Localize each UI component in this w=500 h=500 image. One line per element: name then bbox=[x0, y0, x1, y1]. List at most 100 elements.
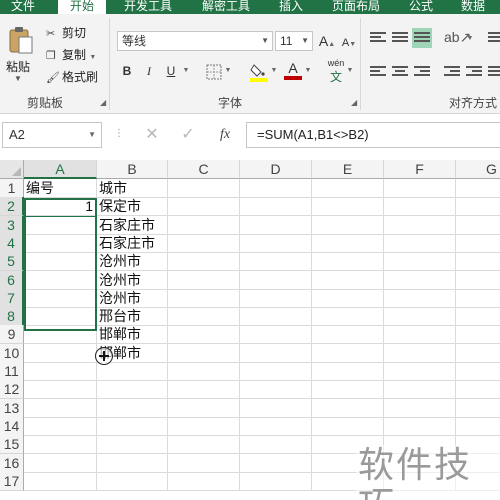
paste-dropdown-icon[interactable]: ▼ bbox=[14, 74, 22, 83]
cell-e11[interactable] bbox=[312, 362, 384, 381]
increase-indent-icon[interactable] bbox=[466, 64, 482, 80]
cell-d13[interactable] bbox=[240, 398, 312, 418]
align-bottom-icon[interactable] bbox=[412, 28, 432, 48]
cell-c17[interactable] bbox=[168, 471, 240, 491]
cell-g12[interactable] bbox=[456, 380, 500, 400]
cell-d15[interactable] bbox=[240, 435, 312, 455]
cell-a2[interactable]: 1 bbox=[24, 197, 97, 217]
row-header-3[interactable]: 3 bbox=[0, 215, 24, 235]
cell-g11[interactable] bbox=[456, 362, 500, 381]
font-launcher-icon[interactable]: ◢ bbox=[351, 98, 357, 107]
cell-g9[interactable] bbox=[456, 325, 500, 345]
paste-button[interactable]: 粘贴 bbox=[6, 58, 30, 75]
cell-a5[interactable] bbox=[24, 252, 97, 272]
grow-font-button[interactable]: A▲ bbox=[318, 32, 336, 50]
italic-button[interactable]: I bbox=[140, 62, 158, 80]
cell-b12[interactable] bbox=[97, 380, 168, 400]
cell-f12[interactable] bbox=[384, 380, 456, 400]
cell-a4[interactable] bbox=[24, 233, 97, 253]
underline-button[interactable]: U bbox=[162, 62, 180, 80]
cell-e2[interactable] bbox=[312, 197, 384, 217]
cell-d5[interactable] bbox=[240, 252, 312, 272]
clipboard-launcher-icon[interactable]: ◢ bbox=[100, 98, 106, 107]
cell-f13[interactable] bbox=[384, 398, 456, 418]
cell-d11[interactable] bbox=[240, 362, 312, 381]
cell-a17[interactable] bbox=[24, 471, 97, 491]
cell-e14[interactable] bbox=[312, 416, 384, 436]
cell-c4[interactable] bbox=[168, 233, 240, 253]
cell-f1[interactable] bbox=[384, 179, 456, 198]
cell-d3[interactable] bbox=[240, 215, 312, 235]
cell-g13[interactable] bbox=[456, 399, 500, 418]
borders-icon[interactable] bbox=[206, 64, 222, 80]
fill-color-icon[interactable] bbox=[250, 62, 268, 82]
row-header-7[interactable]: 7 bbox=[0, 288, 24, 308]
cell-c3[interactable] bbox=[168, 215, 240, 235]
cell-c16[interactable] bbox=[168, 453, 240, 473]
column-header-b[interactable]: B bbox=[97, 160, 168, 179]
cell-c7[interactable] bbox=[168, 288, 240, 308]
cell-e6[interactable] bbox=[312, 270, 384, 290]
shrink-font-button[interactable]: A▼ bbox=[340, 34, 358, 52]
align-center-icon[interactable] bbox=[392, 64, 408, 80]
cell-b13[interactable] bbox=[97, 398, 168, 418]
row-header-5[interactable]: 5 bbox=[0, 252, 24, 272]
tab-developer[interactable]: 开发工具 bbox=[124, 0, 172, 14]
cell-d4[interactable] bbox=[240, 233, 312, 253]
cell-e8[interactable] bbox=[312, 307, 384, 327]
row-header-6[interactable]: 6 bbox=[0, 270, 24, 290]
cell-g3[interactable] bbox=[456, 216, 500, 235]
copy-dropdown-icon[interactable]: ▼ bbox=[89, 54, 96, 61]
cell-e5[interactable] bbox=[312, 252, 384, 272]
copy-button[interactable]: ❐ 复制 ▼ bbox=[46, 46, 96, 64]
row-header-12[interactable]: 12 bbox=[0, 380, 24, 400]
cell-b3[interactable]: 石家庄市 bbox=[97, 215, 168, 235]
cell-b5[interactable]: 沧州市 bbox=[97, 252, 168, 272]
row-header-9[interactable]: 9 bbox=[0, 325, 24, 345]
font-color-dropdown-icon[interactable]: ▼ bbox=[304, 62, 312, 80]
column-header-g[interactable]: G bbox=[456, 160, 500, 179]
cell-b6[interactable]: 沧州市 bbox=[97, 270, 168, 290]
cell-b8[interactable]: 邢台市 bbox=[97, 307, 168, 327]
chevron-down-icon[interactable]: ▼ bbox=[88, 123, 96, 147]
cell-g7[interactable] bbox=[456, 289, 500, 308]
cell-f6[interactable] bbox=[384, 270, 456, 290]
cell-a10[interactable] bbox=[24, 343, 97, 363]
cell-c5[interactable] bbox=[168, 252, 240, 272]
cell-c13[interactable] bbox=[168, 398, 240, 418]
cell-a12[interactable] bbox=[24, 380, 97, 400]
cell-b9[interactable]: 邯郸市 bbox=[97, 325, 168, 345]
cell-f14[interactable] bbox=[384, 416, 456, 436]
cell-g14[interactable] bbox=[456, 417, 500, 436]
cell-e13[interactable] bbox=[312, 398, 384, 418]
tab-formulas[interactable]: 公式 bbox=[409, 0, 433, 14]
tab-data[interactable]: 数据 bbox=[461, 0, 485, 14]
cell-d10[interactable] bbox=[240, 343, 312, 363]
cell-g2[interactable] bbox=[456, 197, 500, 217]
cell-a7[interactable] bbox=[24, 288, 97, 308]
cell-d14[interactable] bbox=[240, 416, 312, 436]
row-header-2[interactable]: 2 bbox=[0, 197, 24, 217]
cell-g5[interactable] bbox=[456, 252, 500, 272]
align-left-icon[interactable] bbox=[370, 64, 386, 80]
align-right-icon[interactable] bbox=[414, 64, 430, 80]
cell-d2[interactable] bbox=[240, 197, 312, 217]
bold-button[interactable]: B bbox=[118, 62, 136, 80]
cell-a6[interactable] bbox=[24, 270, 97, 290]
format-painter-button[interactable]: 🖌 格式刷 bbox=[46, 68, 98, 86]
cell-e9[interactable] bbox=[312, 325, 384, 345]
cell-d17[interactable] bbox=[240, 471, 312, 491]
font-size-select[interactable]: 11 ▼ bbox=[275, 31, 313, 51]
decrease-indent-icon[interactable] bbox=[444, 64, 460, 80]
cell-e7[interactable] bbox=[312, 288, 384, 308]
cell-d9[interactable] bbox=[240, 325, 312, 345]
paste-icon[interactable] bbox=[8, 26, 34, 54]
name-box[interactable]: A2 ▼ bbox=[2, 122, 102, 148]
cell-c14[interactable] bbox=[168, 416, 240, 436]
merge-center-icon[interactable] bbox=[488, 64, 500, 80]
orientation-icon[interactable]: ab↗ bbox=[444, 28, 471, 46]
cell-f4[interactable] bbox=[384, 233, 456, 253]
cell-d7[interactable] bbox=[240, 288, 312, 308]
cell-f5[interactable] bbox=[384, 252, 456, 272]
row-header-4[interactable]: 4 bbox=[0, 233, 24, 253]
